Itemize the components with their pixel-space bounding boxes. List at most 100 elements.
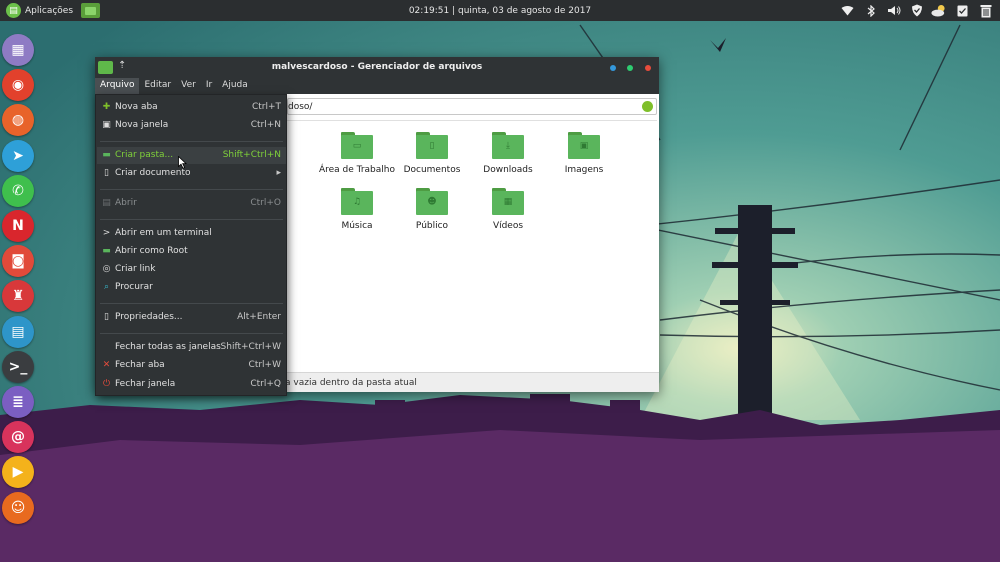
- folder-icon: ☻: [416, 188, 448, 216]
- clipboard-icon[interactable]: [954, 2, 971, 19]
- menu-item-abrir-em-um-terminal[interactable]: > Abrir em um terminal: [97, 225, 286, 242]
- minimize-button[interactable]: [610, 65, 616, 71]
- menu-item-fechar-aba[interactable]: ✕ Fechar aba Ctrl+W: [97, 357, 286, 374]
- video-emblem-icon: ▦: [503, 197, 513, 207]
- folder-item[interactable]: ♫ Música: [317, 186, 397, 240]
- menu-item-shortcut: Shift+Ctrl+N: [222, 150, 281, 160]
- public-emblem-icon: ☻: [427, 197, 437, 207]
- dock-terminal-icon[interactable]: >_: [2, 350, 34, 383]
- dock-chrome-icon[interactable]: ◉: [2, 69, 34, 102]
- applications-icon: ▤: [6, 3, 21, 18]
- dock-telegram-icon[interactable]: ➤: [2, 139, 34, 172]
- menu-item-procurar[interactable]: ⌕ Procurar: [97, 279, 286, 296]
- dock-terminal-glyph: >_: [8, 358, 28, 375]
- top-panel: ▤ Aplicações 02:19:51 | quinta, 03 de ag…: [0, 0, 1000, 21]
- menu-item-label: Criar pasta...: [115, 150, 174, 160]
- icon-view[interactable]: ▭ Área de Trabalho ▯ Documentos ⤓ Downloads ▣ I…: [287, 120, 657, 370]
- menu-item-shortcut: ▸: [276, 168, 281, 178]
- shield-icon[interactable]: [908, 2, 925, 19]
- menu-item-label: Procurar: [115, 282, 153, 292]
- taskbar-file-manager[interactable]: [81, 3, 101, 18]
- dock-archive-icon[interactable]: ▤: [2, 315, 34, 348]
- refresh-icon[interactable]: [642, 101, 653, 112]
- menubar: Arquivo Editar Ver Ir Ajuda: [95, 78, 659, 94]
- dock-app-red-glyph: @: [11, 429, 25, 446]
- maximize-button[interactable]: [627, 65, 633, 71]
- menu-item-shortcut: Ctrl+O: [250, 198, 281, 208]
- menu-separator: [100, 333, 283, 334]
- dock-telegram-glyph: ➤: [12, 147, 24, 164]
- folder-icon: ▯: [416, 132, 448, 160]
- close-icon: ✕: [102, 360, 111, 370]
- menu-item-criar-documento[interactable]: ▯ Criar documento ▸: [97, 165, 286, 182]
- location-bar[interactable]: doso/: [287, 98, 657, 115]
- folder-item[interactable]: ⤓ Downloads: [468, 130, 548, 184]
- menu-ir[interactable]: Ir: [201, 78, 217, 94]
- dock-media-player-glyph: ▶: [12, 464, 24, 481]
- dock-user-glyph: ☺: [10, 499, 26, 516]
- menu-arquivo[interactable]: Arquivo: [95, 78, 140, 94]
- dock-whatsapp-glyph: ✆: [12, 182, 24, 199]
- menu-item-nova-aba[interactable]: ✚ Nova aba Ctrl+T: [97, 99, 286, 116]
- menu-item-shortcut: Ctrl+W: [248, 360, 281, 370]
- folder-item[interactable]: ▭ Área de Trabalho: [317, 130, 397, 184]
- folder-item[interactable]: ▦ Vídeos: [468, 186, 548, 240]
- dock-text-editor-icon[interactable]: ≣: [2, 386, 34, 418]
- folder-label: Música: [341, 221, 373, 231]
- mouse-cursor-icon: [178, 156, 187, 169]
- dock-whatsapp-icon[interactable]: ✆: [2, 174, 34, 207]
- bluetooth-icon[interactable]: [862, 2, 879, 19]
- dock-user-icon[interactable]: ☺: [2, 491, 34, 524]
- menu-item-shortcut: Ctrl+N: [250, 120, 281, 130]
- folder-item[interactable]: ☻ Público: [392, 186, 472, 240]
- menu-ajuda[interactable]: Ajuda: [217, 78, 253, 94]
- menu-item-criar-pasta[interactable]: ▬ Criar pasta... Shift+Ctrl+N: [97, 147, 286, 164]
- folder-label: Público: [415, 221, 449, 231]
- menu-item-label: Propriedades...: [115, 312, 183, 322]
- menu-item-propriedades[interactable]: ▯ Propriedades... Alt+Enter: [97, 309, 286, 326]
- dock-app-red-icon[interactable]: @: [2, 421, 34, 454]
- menu-item-abrir[interactable]: ▤ Abrir Ctrl+O: [97, 195, 286, 212]
- menu-item-label: Nova aba: [115, 102, 158, 112]
- menu-editar[interactable]: Editar: [139, 78, 176, 94]
- plus-icon: ✚: [102, 102, 111, 112]
- close-button[interactable]: [645, 65, 651, 71]
- folder-icon: ▭: [341, 132, 373, 160]
- menu-separator: [100, 303, 283, 304]
- dock-netflix-glyph: N: [12, 218, 24, 234]
- menu-item-label: Criar link: [115, 264, 156, 274]
- applications-menu-button[interactable]: ▤ Aplicações: [6, 3, 73, 18]
- dock-chrome-glyph: ◉: [11, 77, 25, 94]
- menu-item-fechar-todas-as-janelas[interactable]: Fechar todas as janelas Shift+Ctrl+W: [97, 339, 286, 356]
- clock-text[interactable]: 02:19:51 | quinta, 03 de agosto de 2017: [409, 6, 591, 16]
- document-emblem-icon: ▯: [429, 141, 435, 151]
- menu-item-nova-janela[interactable]: ▣ Nova janela Ctrl+N: [97, 117, 286, 134]
- trash-icon[interactable]: [977, 2, 994, 19]
- dock-app-launcher-icon[interactable]: ▦: [2, 34, 34, 66]
- dock-netflix-icon[interactable]: N: [2, 210, 34, 242]
- dock-camera-glyph: ◙: [11, 253, 25, 270]
- search-icon: ⌕: [103, 282, 110, 292]
- folder-item[interactable]: ▣ Imagens: [544, 130, 624, 184]
- dock-camera-icon[interactable]: ◙: [2, 245, 34, 278]
- menu-item-fechar-janela[interactable]: ⏻ Fechar janela Ctrl+Q: [97, 376, 286, 393]
- system-tray: [839, 2, 994, 19]
- new-window-icon: ▣: [102, 120, 111, 130]
- menu-item-criar-link[interactable]: ◎ Criar link: [97, 261, 286, 278]
- weather-icon[interactable]: [931, 2, 948, 19]
- applications-label: Aplicações: [25, 5, 74, 16]
- menu-item-shortcut: Shift+Ctrl+W: [220, 342, 281, 352]
- menu-item-label: Fechar janela: [115, 379, 176, 389]
- volume-icon[interactable]: [885, 2, 902, 19]
- menu-item-label: Fechar todas as janelas: [115, 342, 221, 352]
- menu-item-abrir-como-root[interactable]: ▬ Abrir como Root: [97, 243, 286, 260]
- folder-item[interactable]: ▯ Documentos: [392, 130, 472, 184]
- menu-item-shortcut: Ctrl+T: [251, 102, 281, 112]
- wifi-icon[interactable]: [839, 2, 856, 19]
- menu-ver[interactable]: Ver: [176, 78, 201, 94]
- folder-label: Documentos: [403, 165, 461, 175]
- folder-label: Downloads: [483, 165, 533, 175]
- window-titlebar[interactable]: ⇡ malvescardoso - Gerenciador de arquivo…: [95, 57, 659, 78]
- file-menu-dropdown: ✚ Nova aba Ctrl+T ▣ Nova janela Ctrl+N ▬ Criar …: [95, 94, 287, 396]
- menu-item-label: Criar documento: [115, 168, 191, 178]
